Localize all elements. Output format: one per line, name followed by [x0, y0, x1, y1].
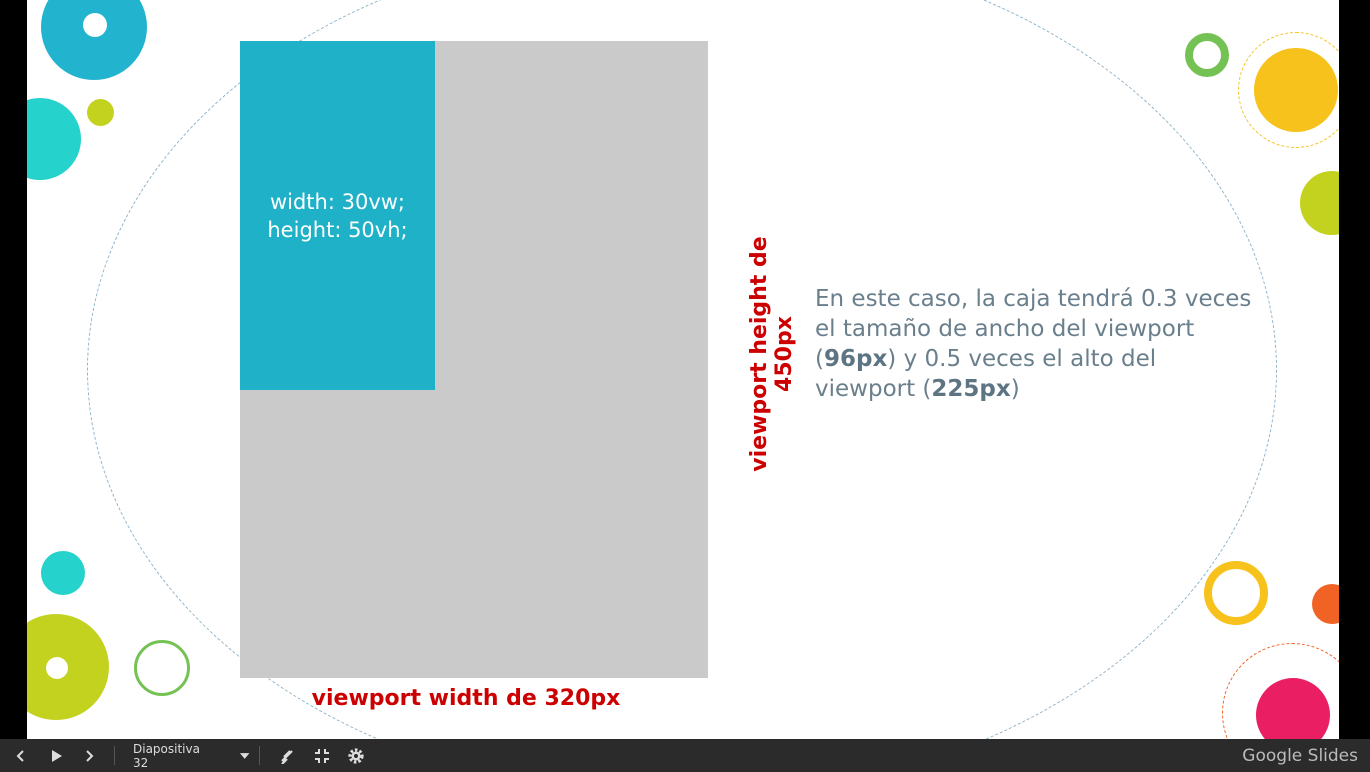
green-ring-decoration	[1185, 33, 1229, 77]
toolbar-divider	[114, 746, 115, 765]
previous-slide-button[interactable]	[8, 739, 34, 772]
orange-dot-decoration	[1312, 584, 1339, 624]
white-dot-decoration	[46, 657, 68, 679]
exit-fullscreen-icon	[315, 748, 329, 763]
lime-circle-decoration	[27, 614, 109, 720]
viewport-width-label: viewport width de 320px	[311, 686, 621, 711]
laser-pointer-button[interactable]	[274, 739, 300, 772]
gear-icon	[348, 747, 364, 764]
chevron-right-icon	[86, 749, 94, 762]
viewport-rectangle: width: 30vw; height: 50vh;	[240, 41, 708, 678]
explanation-text: En este caso, la caja tendrá 0.3 veces e…	[815, 284, 1255, 404]
presentation-toolbar: Diapositiva 32 Google Slides	[0, 739, 1370, 772]
cyan-circle-decoration	[27, 98, 81, 180]
green-ring-decoration	[134, 640, 190, 696]
laser-pointer-icon	[281, 749, 293, 764]
lime-circle-decoration	[1300, 171, 1339, 235]
box-height-rule: height: 50vh;	[267, 218, 408, 242]
settings-button[interactable]	[343, 739, 369, 772]
box-width-rule: width: 30vw;	[269, 190, 406, 214]
cyan-dot-decoration	[41, 551, 85, 595]
explanation-height-value: 225px	[931, 376, 1011, 402]
slide-selector-label: Diapositiva 32	[133, 741, 200, 770]
play-icon	[52, 749, 62, 762]
sized-box: width: 30vw; height: 50vh;	[240, 41, 435, 390]
explanation-part3: )	[1010, 376, 1020, 402]
yellow-ring-decoration	[1204, 561, 1268, 625]
lime-dot-decoration	[87, 99, 114, 126]
slide-selector[interactable]: Diapositiva 32	[126, 739, 250, 772]
play-button[interactable]	[42, 739, 70, 772]
yellow-circle-decoration	[1254, 48, 1338, 132]
toolbar-divider	[259, 746, 260, 765]
viewport-height-label: viewport height de 450px	[747, 236, 797, 472]
chevron-left-icon	[16, 749, 24, 762]
exit-fullscreen-button[interactable]	[309, 739, 335, 772]
white-dot-decoration	[83, 13, 107, 37]
google-slides-logo: Google Slides	[1242, 745, 1358, 766]
next-slide-button[interactable]	[76, 739, 102, 772]
explanation-width-value: 96px	[823, 346, 888, 372]
teal-ring-decoration	[41, 0, 147, 80]
caret-down-icon	[239, 752, 250, 759]
slide-canvas: width: 30vw; height: 50vh; viewport widt…	[27, 0, 1339, 739]
